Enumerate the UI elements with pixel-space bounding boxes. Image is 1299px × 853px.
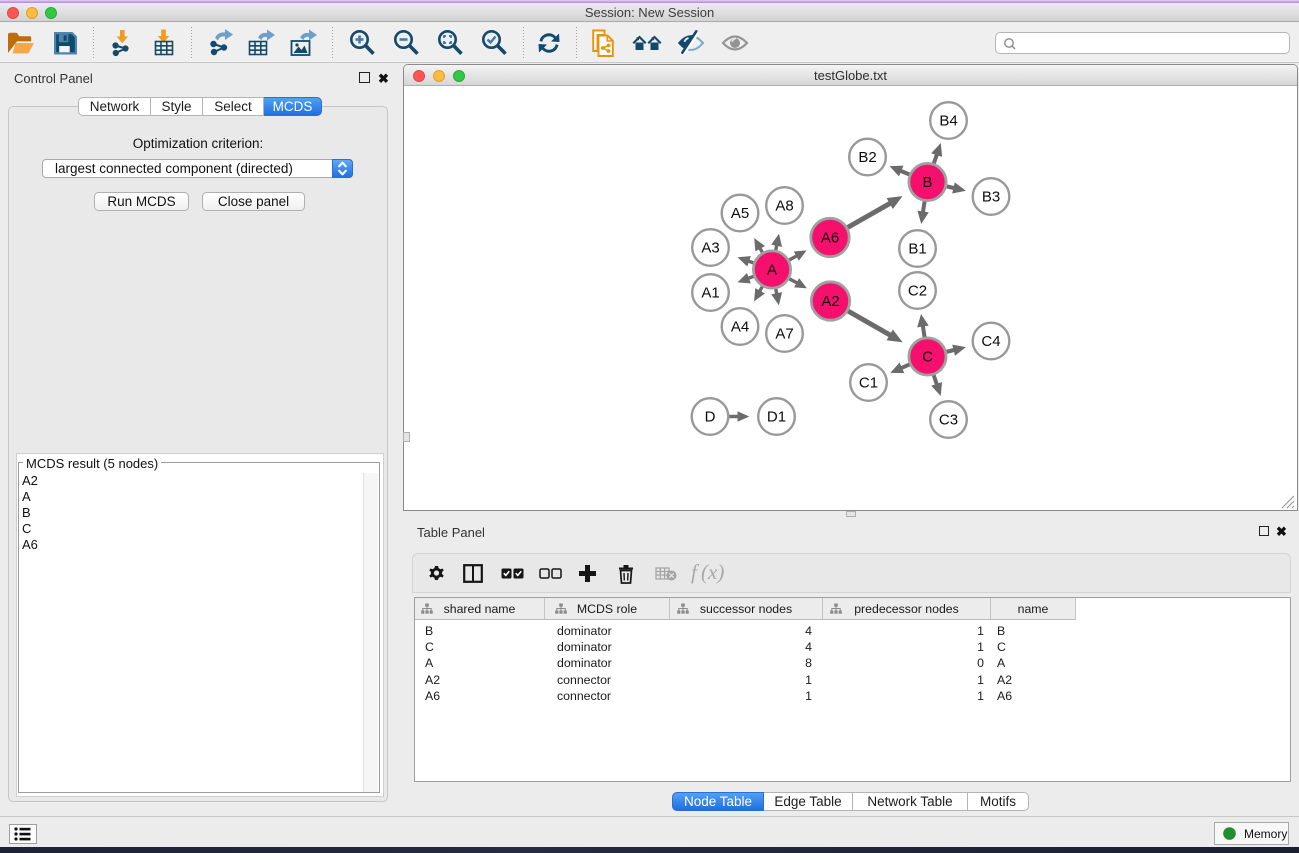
svg-text:C2: C2 bbox=[908, 283, 927, 300]
svg-text:C1: C1 bbox=[859, 375, 878, 392]
svg-text:D: D bbox=[705, 409, 716, 426]
svg-text:A3: A3 bbox=[701, 240, 719, 257]
svg-text:A: A bbox=[767, 262, 777, 279]
svg-text:A2: A2 bbox=[821, 293, 839, 310]
svg-text:A6: A6 bbox=[821, 230, 839, 247]
svg-text:B1: B1 bbox=[908, 241, 926, 258]
svg-text:A5: A5 bbox=[731, 205, 749, 222]
svg-text:B4: B4 bbox=[939, 113, 957, 130]
svg-text:B2: B2 bbox=[858, 149, 876, 166]
svg-text:B3: B3 bbox=[982, 189, 1000, 206]
svg-text:C3: C3 bbox=[939, 412, 958, 429]
svg-text:A4: A4 bbox=[731, 319, 749, 336]
svg-text:B: B bbox=[922, 174, 932, 191]
svg-text:D1: D1 bbox=[767, 409, 786, 426]
svg-text:C4: C4 bbox=[981, 333, 1000, 350]
svg-text:A7: A7 bbox=[775, 326, 793, 343]
svg-text:A1: A1 bbox=[701, 285, 719, 302]
svg-text:A8: A8 bbox=[775, 198, 793, 215]
svg-text:C: C bbox=[922, 349, 933, 366]
